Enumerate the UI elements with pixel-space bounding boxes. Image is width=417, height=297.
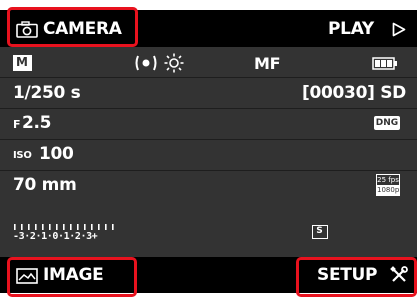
settings-panel: M MF 1/250 s [00030] SD F 2.5 DNG ISO 10… <box>0 47 417 257</box>
video-resolution-label: 1080p <box>377 185 400 195</box>
aperture-prefix: F <box>13 118 21 131</box>
iso-row[interactable]: ISO 100 <box>0 140 417 170</box>
setup-tab-highlight <box>296 257 417 297</box>
video-fps-label: 25 fps <box>377 176 399 184</box>
image-tab-highlight <box>7 257 137 297</box>
focus-mode-label[interactable]: MF <box>254 56 281 72</box>
sun-icon[interactable] <box>164 53 184 73</box>
shutter-speed-value: 1/250 s <box>13 83 81 103</box>
focal-length-row[interactable]: 70 mm 25 fps 1080p <box>0 171 417 201</box>
exposure-mode-label: M <box>16 55 28 69</box>
exposure-scale-text: -3·2·1·0·1·2·3+ <box>13 231 98 242</box>
file-format-label: DNG <box>375 118 399 128</box>
shutter-speed-row[interactable]: 1/250 s [00030] SD <box>0 78 417 108</box>
exposure-mode-badge[interactable]: M <box>13 55 32 71</box>
spot-metering-icon[interactable] <box>134 54 158 72</box>
drive-mode-label: S <box>316 226 323 236</box>
aperture-row[interactable]: F 2.5 DNG <box>0 109 417 139</box>
video-format-badge[interactable]: 25 fps 1080p <box>376 174 400 196</box>
play-icon <box>392 22 406 37</box>
battery-icon <box>372 57 397 70</box>
camera-tab-highlight <box>7 7 138 47</box>
focal-length-value: 70 mm <box>13 175 77 195</box>
exposure-scale-row: -3·2·1·0·1·2·3+ S <box>0 219 417 249</box>
file-format-badge[interactable]: DNG <box>374 116 400 130</box>
drive-mode-badge[interactable]: S <box>312 225 328 239</box>
aperture-value: 2.5 <box>22 113 52 133</box>
shots-remaining-value: [00030] SD <box>302 83 406 103</box>
iso-value: 100 <box>39 144 74 164</box>
camera-menu-screen: CAMERA PLAY M MF 1/250 s [00030] SD F 2.… <box>0 0 417 297</box>
iso-prefix: ISO <box>13 150 32 161</box>
tab-play[interactable]: PLAY <box>320 10 417 47</box>
exposure-ticks <box>14 224 114 230</box>
tab-play-label: PLAY <box>328 19 374 39</box>
